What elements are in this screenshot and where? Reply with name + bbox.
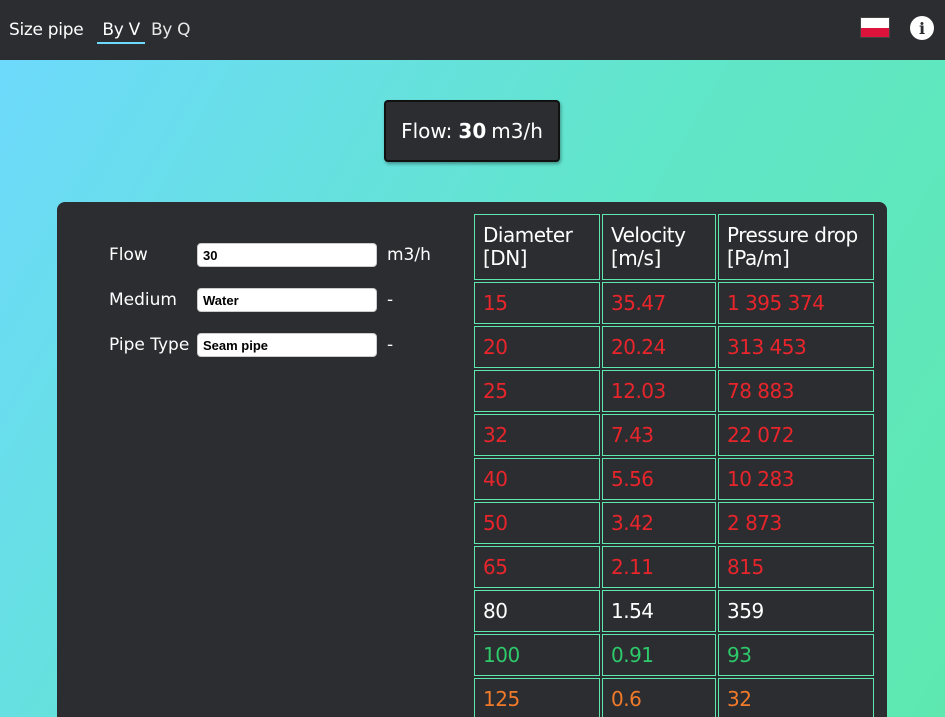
cell-velocity: 20.24 [602,326,716,368]
calculator-panel: Flow m3/h Medium - Pipe Type - Diameter … [57,202,887,717]
cell-diameter: 15 [474,282,600,324]
poland-flag-icon[interactable] [860,17,890,38]
flow-input[interactable] [197,243,377,267]
cell-diameter: 20 [474,326,600,368]
column-header-diameter: Diameter [DN] [474,214,600,280]
cell-pressure-drop: 1 395 374 [718,282,874,324]
cell-velocity: 2.11 [602,546,716,588]
top-bar: Size pipe By V By Q i [0,0,945,60]
cell-pressure-drop: 313 453 [718,326,874,368]
table-row: 50 3.42 2 873 [474,502,874,544]
cell-diameter: 65 [474,546,600,588]
flow-summary-badge: Flow: 30 m3/h [384,100,560,162]
table-row: 20 20.24 313 453 [474,326,874,368]
table-row: 40 5.56 10 283 [474,458,874,500]
app-title: Size pipe [9,20,84,40]
column-header-line: Velocity [611,223,686,247]
flow-summary-prefix: Flow: [401,119,453,143]
flow-row: Flow m3/h [109,242,431,268]
column-header-pressure-drop: Pressure drop [Pa/m] [718,214,874,280]
cell-velocity: 0.91 [602,634,716,676]
medium-input[interactable] [197,288,377,312]
cell-velocity: 5.56 [602,458,716,500]
column-header-line: [m/s] [611,246,661,270]
flow-summary-unit: m3/h [491,119,543,143]
cell-diameter: 50 [474,502,600,544]
cell-pressure-drop: 93 [718,634,874,676]
table-row: 25 12.03 78 883 [474,370,874,412]
table-row: 15 35.47 1 395 374 [474,282,874,324]
flow-label: Flow [109,245,148,265]
table-row: 100 0.91 93 [474,634,874,676]
cell-pressure-drop: 32 [718,678,874,717]
table-row: 80 1.54 359 [474,590,874,632]
cell-velocity: 7.43 [602,414,716,456]
cell-diameter: 40 [474,458,600,500]
cell-diameter: 32 [474,414,600,456]
cell-pressure-drop: 10 283 [718,458,874,500]
results-table: Diameter [DN] Velocity [m/s] Pressure dr… [472,212,876,717]
cell-pressure-drop: 815 [718,546,874,588]
pipe-type-input[interactable] [197,333,377,357]
cell-diameter: 80 [474,590,600,632]
cell-velocity: 1.54 [602,590,716,632]
info-icon[interactable]: i [910,16,934,40]
tab-by-v[interactable]: By V [97,20,145,44]
flow-unit: m3/h [387,245,431,265]
column-header-line: Pressure drop [727,223,858,247]
pipe-type-label: Pipe Type [109,335,190,355]
column-header-line: Diameter [483,223,573,247]
tab-by-q[interactable]: By Q [151,20,191,40]
results-table-body: 15 35.47 1 395 374 20 20.24 313 453 25 1… [474,282,874,717]
column-header-line: [DN] [483,246,527,270]
cell-pressure-drop: 359 [718,590,874,632]
cell-velocity: 3.42 [602,502,716,544]
cell-diameter: 125 [474,678,600,717]
cell-velocity: 35.47 [602,282,716,324]
cell-diameter: 100 [474,634,600,676]
column-header-velocity: Velocity [m/s] [602,214,716,280]
cell-pressure-drop: 22 072 [718,414,874,456]
cell-velocity: 12.03 [602,370,716,412]
pipe-type-row: Pipe Type - [109,332,393,358]
cell-velocity: 0.6 [602,678,716,717]
table-row: 32 7.43 22 072 [474,414,874,456]
medium-row: Medium - [109,287,393,313]
cell-pressure-drop: 78 883 [718,370,874,412]
table-header-row: Diameter [DN] Velocity [m/s] Pressure dr… [474,214,874,280]
medium-label: Medium [109,290,177,310]
table-row: 125 0.6 32 [474,678,874,717]
column-header-line: [Pa/m] [727,246,790,270]
pipe-type-unit: - [387,335,394,355]
table-row: 65 2.11 815 [474,546,874,588]
cell-pressure-drop: 2 873 [718,502,874,544]
cell-diameter: 25 [474,370,600,412]
medium-unit: - [387,290,394,310]
flow-summary-value: 30 [458,119,487,143]
